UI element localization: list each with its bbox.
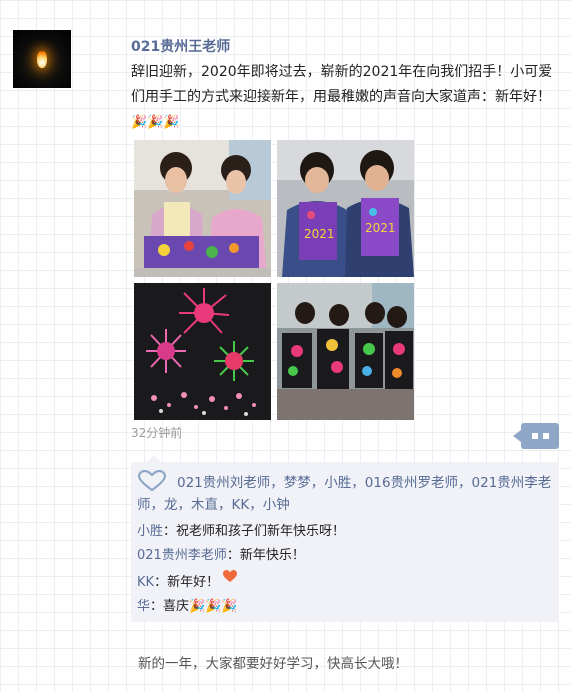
- photo-children-artworks: [277, 283, 414, 420]
- candle-flame-icon: [37, 50, 47, 68]
- svg-text:2021: 2021: [304, 227, 335, 241]
- comment-author[interactable]: 021贵州李老师: [137, 548, 227, 563]
- comment-separator: ：: [154, 575, 168, 590]
- interaction-box: 021贵州刘老师，梦梦，小胜，016贵州罗老师，021贵州李老师，龙，木直，KK…: [131, 455, 559, 622]
- comment-item[interactable]: 021贵州李老师：新年快乐！: [137, 544, 555, 568]
- more-dot-icon: [531, 433, 538, 439]
- svg-text:2021: 2021: [365, 221, 396, 235]
- likes-names[interactable]: 021贵州刘老师，梦梦，小胜，016贵州罗老师，021贵州李老师，龙，木直，KK…: [137, 475, 551, 513]
- photo-girls-clay-craft: [134, 140, 271, 277]
- post-text-body: 辞旧迎新，2020年即将过去，崭新的2021年在向我们招手！小可爱们用手工的方式…: [131, 64, 553, 105]
- red-heart-icon: [222, 568, 238, 582]
- party-emoji: 🎉🎉🎉: [131, 115, 180, 130]
- party-emoji: 🎉🎉🎉: [189, 599, 238, 614]
- photo-grid: 2021 2021: [134, 140, 415, 420]
- comments-list: 小胜：祝老师和孩子们新年快乐呀！ 021贵州李老师：新年快乐！ KK：新年好！ …: [137, 520, 555, 619]
- photo-girls-2021-cards: 2021 2021: [277, 140, 414, 277]
- comment-separator: ：: [150, 599, 164, 614]
- comment-text: 新年快乐！: [239, 548, 305, 563]
- photo-1[interactable]: [134, 140, 271, 277]
- post-text: 辞旧迎新，2020年即将过去，崭新的2021年在向我们招手！小可爱们用手工的方式…: [131, 60, 561, 135]
- comment-item[interactable]: KK：新年好！: [137, 568, 555, 595]
- photo-firework-art: [134, 283, 271, 420]
- comment-item[interactable]: 小胜：祝老师和孩子们新年快乐呀！: [137, 520, 555, 544]
- photo-2[interactable]: 2021 2021: [277, 140, 414, 277]
- more-dot-icon: [542, 433, 549, 439]
- comment-separator: ：: [226, 548, 240, 563]
- comment-item[interactable]: 华：喜庆🎉🎉🎉: [137, 595, 555, 619]
- post-timestamp: 32分钟前: [131, 426, 183, 440]
- comment-author[interactable]: 华: [137, 599, 150, 614]
- comment-author[interactable]: 小胜: [137, 524, 163, 539]
- comment-text: 喜庆: [163, 599, 190, 614]
- comment-text: 祝老师和孩子们新年快乐呀！: [176, 524, 346, 539]
- post-author-name[interactable]: 021贵州王老师: [131, 36, 230, 56]
- photo-4[interactable]: [277, 283, 414, 420]
- photo-3[interactable]: [134, 283, 271, 420]
- more-actions-button[interactable]: [513, 423, 559, 449]
- avatar[interactable]: [13, 30, 71, 88]
- likes-list: 021贵州刘老师，梦梦，小胜，016贵州罗老师，021贵州李老师，龙，木直，KK…: [137, 469, 555, 516]
- comment-text: 新年好！: [167, 575, 220, 590]
- heart-outline-icon: [137, 469, 167, 492]
- footer-text: 新的一年，大家都要好好学习，快高长大哦！: [138, 656, 408, 672]
- comment-author[interactable]: KK: [137, 575, 154, 590]
- comment-separator: ：: [163, 524, 177, 539]
